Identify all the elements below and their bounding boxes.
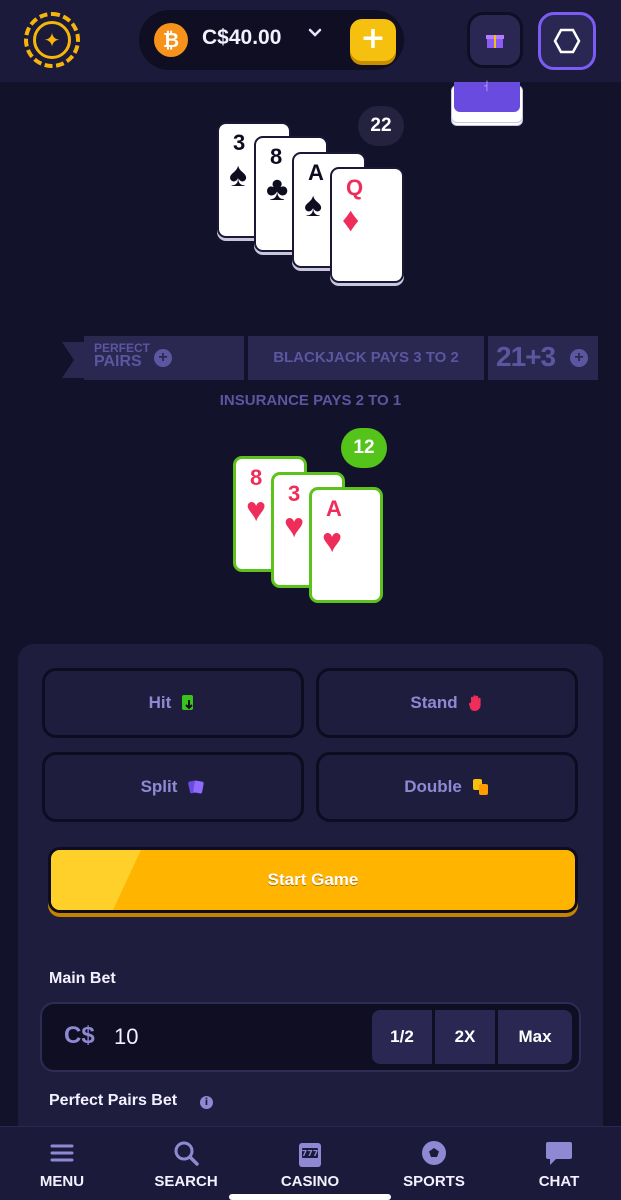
- spade-icon: ♠: [229, 156, 248, 194]
- hit-label: Hit: [148, 693, 172, 712]
- double-bet-button[interactable]: 2X: [435, 1010, 495, 1064]
- payout-banner: PERFECT PAIRS + BLACKJACK PAYS 3 TO 2 21…: [62, 336, 598, 380]
- nav-menu-label: MENU: [39, 1173, 85, 1190]
- card-rank: A: [326, 496, 342, 521]
- insurance-text: INSURANCE PAYS 2 TO 1: [219, 392, 402, 409]
- heart-icon: ♥: [322, 522, 343, 560]
- perfect-pairs-badge[interactable]: PERFECT PAIRS +: [84, 336, 244, 380]
- player-card-3: A ♥: [309, 487, 383, 603]
- stand-label: Stand: [410, 693, 458, 712]
- start-game-label: Start Game: [267, 870, 359, 889]
- nav-sports[interactable]: SPORTS: [379, 1127, 489, 1200]
- card-rank: A: [308, 160, 324, 185]
- card-rank: Q: [346, 175, 364, 200]
- gift-icon: [486, 35, 504, 48]
- deposit-button[interactable]: +: [350, 19, 396, 61]
- logo-icon: ✦: [33, 21, 71, 59]
- plus-circle-icon: +: [154, 349, 172, 367]
- balance-text: C$40.00: [202, 26, 282, 49]
- perfect-pairs-bet-label: Perfect Pairs Bet: [49, 1092, 178, 1109]
- card-rank: 3: [288, 481, 301, 506]
- stand-button[interactable]: Stand: [316, 668, 578, 738]
- twentyone-plus-three-label: 21+3: [496, 341, 556, 372]
- hexagon-icon: [553, 28, 581, 54]
- nav-search-label: SEARCH: [154, 1173, 218, 1190]
- top-bar: ✦ ₿ C$40.00 +: [0, 0, 621, 82]
- double-button[interactable]: Double: [316, 752, 578, 822]
- nav-chat[interactable]: CHAT: [504, 1127, 614, 1200]
- card-rank: 3: [233, 130, 246, 155]
- player-hand-value: 12: [341, 428, 387, 468]
- heart-icon: ♥: [284, 507, 305, 545]
- club-icon: ♣: [266, 170, 289, 208]
- info-icon[interactable]: i: [200, 1096, 213, 1109]
- split-button[interactable]: Split: [42, 752, 304, 822]
- split-label: Split: [140, 777, 178, 796]
- half-bet-button[interactable]: 1/2: [372, 1010, 432, 1064]
- svg-text:777: 777: [302, 1149, 319, 1158]
- chevron-down-icon[interactable]: [307, 24, 323, 45]
- card-rank: 8: [250, 465, 263, 490]
- slot-machine-icon: 777: [255, 1139, 365, 1173]
- currency-label: C$: [64, 1022, 95, 1049]
- main-bet-label: Main Bet: [49, 970, 116, 987]
- controls-panel: Hit Stand Split Double Start Game Main B…: [18, 644, 603, 1144]
- diamond-icon: ♦: [342, 201, 360, 239]
- dealer-card-4: Q ♦: [330, 167, 404, 283]
- nav-search[interactable]: SEARCH: [131, 1127, 241, 1200]
- main-bet-field[interactable]: C$ 10 1/2 2X Max: [40, 1002, 581, 1072]
- start-game-button[interactable]: Start Game: [48, 847, 578, 913]
- dealer-hand-value: 22: [358, 106, 404, 146]
- profile-button[interactable]: [538, 12, 596, 70]
- soccer-ball-icon: [379, 1139, 489, 1173]
- twentyone-plus-three-badge[interactable]: 21+3 +: [488, 336, 598, 380]
- wallet-selector[interactable]: ₿ C$40.00 +: [139, 10, 404, 70]
- search-icon: [131, 1139, 241, 1173]
- heart-icon: ♥: [246, 491, 267, 529]
- hand-icon: [468, 695, 481, 711]
- double-icon: [472, 779, 488, 795]
- nav-casino-label: CASINO: [280, 1173, 340, 1190]
- hit-button[interactable]: Hit: [42, 668, 304, 738]
- blackjack-payout-text: BLACKJACK PAYS 3 TO 2: [248, 336, 484, 380]
- card-deck: ┤: [451, 82, 523, 126]
- bottom-nav: MENU SEARCH 777 CASINO SPORTS CHAT: [0, 1126, 621, 1200]
- split-icon: [188, 780, 205, 794]
- spade-icon: ♠: [304, 186, 323, 224]
- max-bet-button[interactable]: Max: [498, 1010, 572, 1064]
- double-label: Double: [404, 777, 462, 796]
- rewards-button[interactable]: [467, 12, 523, 68]
- deck-top: ┤: [454, 82, 520, 112]
- nav-sports-label: SPORTS: [403, 1173, 465, 1190]
- bet-amount-input[interactable]: 10: [114, 1024, 138, 1050]
- bitcoin-icon: ₿: [154, 23, 188, 57]
- nav-casino[interactable]: 777 CASINO: [255, 1127, 365, 1200]
- plus-circle-icon: +: [570, 349, 588, 367]
- chat-icon: [504, 1139, 614, 1173]
- menu-icon: [7, 1139, 117, 1173]
- nav-menu[interactable]: MENU: [7, 1127, 117, 1200]
- hit-icon: [182, 695, 194, 710]
- card-rank: 8: [270, 144, 283, 169]
- nav-chat-label: CHAT: [538, 1173, 580, 1190]
- perfect-pairs-line2: PAIRS: [94, 353, 142, 370]
- logo[interactable]: ✦: [24, 12, 80, 68]
- home-indicator: [229, 1194, 391, 1200]
